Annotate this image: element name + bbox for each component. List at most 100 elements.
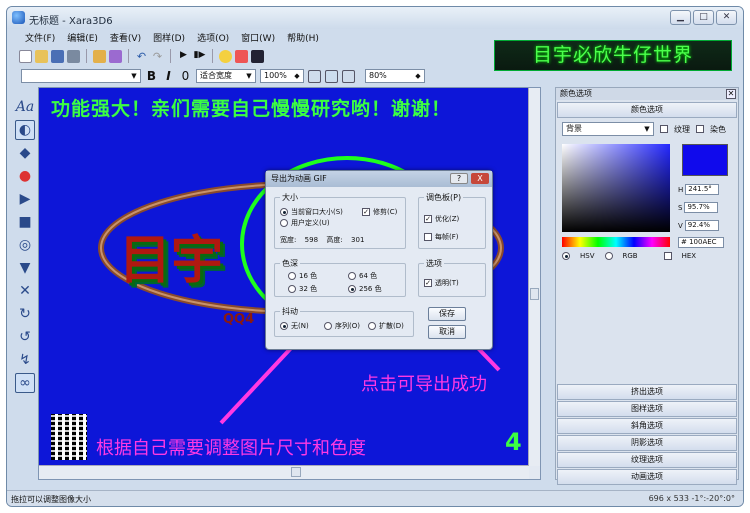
color-pick-icon[interactable] [235, 49, 248, 63]
menu-options[interactable]: 选项(O) [197, 31, 229, 44]
extrude-tool-icon[interactable]: ◆ [15, 143, 35, 163]
3d-logo-text: 目宇 [119, 231, 224, 291]
shape-tool-icon[interactable]: ■ [15, 212, 35, 232]
main-toolbar: ↶ ↷ ▶ ▮▶ [19, 47, 264, 65]
shadow-options-tab[interactable]: 阴影选项 [557, 435, 737, 451]
canvas-headline: 功能强大！亲们需要自己慢慢研究哟！谢谢！ [51, 98, 452, 120]
font-select[interactable]: ▼ [21, 69, 141, 83]
rotate-tool-icon[interactable]: ◎ [15, 235, 35, 255]
adjust-note: 根据自己需要调整图片尺寸和色度 [96, 438, 366, 459]
italic-button[interactable]: I [162, 69, 175, 83]
texture-options-tab[interactable]: 纹理选项 [557, 452, 737, 468]
close-window-button[interactable]: ✕ [716, 10, 737, 25]
animation-x-icon[interactable]: ✕ [15, 281, 35, 301]
horizontal-scrollbar[interactable] [39, 465, 529, 479]
promo-banner: 目宇必欣牛仔世界 [494, 40, 732, 71]
undo-icon[interactable]: ↶ [135, 50, 148, 63]
open-folder-icon[interactable] [35, 49, 48, 63]
minimize-button[interactable]: ▁ [670, 10, 691, 25]
menu-edit[interactable]: 编辑(E) [67, 31, 98, 44]
panel-close-button[interactable]: ✕ [726, 89, 736, 99]
redo-icon[interactable]: ↷ [151, 50, 164, 63]
color-picker-square[interactable] [562, 144, 670, 232]
shadow-tool-icon[interactable]: ▼ [15, 258, 35, 278]
menu-file[interactable]: 文件(F) [25, 31, 55, 44]
animation-options-tab[interactable]: 动画选项 [557, 469, 737, 485]
status-bar: 拖拉可以调整图像大小 696 x 533 -1°:-20°:0° [7, 490, 743, 506]
animation-pulse-icon[interactable]: ↯ [15, 350, 35, 370]
color-tool-icon[interactable]: ◐ [15, 120, 35, 140]
menu-view[interactable]: 查看(V) [110, 31, 141, 44]
crop-checkbox[interactable]: ✓ 修剪(C) [362, 207, 397, 217]
optimize-checkbox[interactable]: ✓ 优化(Z) [424, 214, 459, 224]
line-spacing-select[interactable]: 80% ◆ [365, 69, 425, 83]
animation-spin-icon[interactable]: ↻ [15, 304, 35, 324]
maximize-button[interactable]: □ [693, 10, 714, 25]
dialog-close-button[interactable]: X [471, 173, 489, 184]
height-input[interactable]: 301 [346, 236, 370, 244]
saturation-field[interactable]: S 95.7% [678, 202, 719, 213]
design-canvas[interactable]: 功能强大！亲们需要自己慢慢研究哟！谢谢！ 目宇 QQ4 点击可导出成功 根据自己… [39, 88, 529, 466]
menu-design[interactable]: 图样(D) [153, 31, 185, 44]
animation-wave-icon[interactable]: ∞ [15, 373, 35, 393]
dither-diffuse-radio[interactable]: 扩散(D) [368, 321, 404, 331]
dither-order-radio[interactable]: 序列(O) [324, 321, 360, 331]
dye-checkbox[interactable]: 染色 [710, 124, 726, 135]
light-icon[interactable] [219, 49, 232, 63]
vertical-scrollbar[interactable] [528, 88, 540, 466]
hue-field[interactable]: H 241.5° [678, 184, 720, 195]
hue-slider[interactable] [562, 237, 670, 247]
mode-hsv[interactable]: HSV [580, 252, 595, 260]
display-icon[interactable] [251, 49, 264, 63]
bevel-options-tab[interactable]: 斜角选项 [557, 418, 737, 434]
size-fields: 宽度: 598 高度: 301 [280, 235, 370, 245]
dither-none-radio[interactable]: 无(N) [280, 321, 309, 331]
bold-button[interactable]: B [145, 69, 158, 83]
mode-hex[interactable]: HEX [682, 252, 696, 260]
depth-32-radio[interactable]: 32 色 [288, 284, 317, 294]
texture-checkbox[interactable]: 纹理 [674, 124, 690, 135]
save-button[interactable]: 保存 [428, 307, 466, 321]
depth-64-radio[interactable]: 64 色 [348, 271, 377, 281]
menu-window[interactable]: 窗口(W) [241, 31, 275, 44]
app-window: 无标题 - Xara3D6 ▁ □ ✕ 文件(F) 编辑(E) 查看(V) 图样… [6, 6, 744, 507]
transparent-checkbox[interactable]: ✓ 透明(T) [424, 278, 459, 288]
save-icon[interactable] [51, 49, 64, 63]
fit-width-select[interactable]: 适合宽度 ▼ [196, 69, 256, 83]
zoom-select[interactable]: 100% ◆ [260, 69, 304, 83]
new-file-icon[interactable] [19, 49, 32, 63]
mode-rgb[interactable]: RGB [623, 252, 638, 260]
size-current-radio[interactable]: 当前窗口大小(S) [280, 207, 343, 217]
target-select[interactable]: 背景 ▼ [562, 122, 654, 136]
cancel-button[interactable]: 取消 [428, 325, 466, 339]
value-field[interactable]: V 92.4% [678, 220, 719, 231]
template-icon[interactable] [109, 49, 122, 63]
align-center-icon[interactable] [325, 69, 338, 83]
play-icon[interactable]: ▶ [177, 50, 190, 63]
outline-button[interactable]: 0 [179, 69, 192, 83]
bevel-tool-icon[interactable]: ● [15, 166, 35, 186]
width-input[interactable]: 598 [299, 236, 323, 244]
per-frame-checkbox[interactable]: 每帧(F) [424, 232, 459, 242]
size-custom-radio[interactable]: 用户定义(U) [280, 218, 330, 228]
extrude-options-tab[interactable]: 挤出选项 [557, 384, 737, 400]
direction-tool-icon[interactable]: ▶ [15, 189, 35, 209]
depth-256-radio[interactable]: 256 色 [348, 284, 382, 294]
import-icon[interactable] [93, 49, 106, 63]
frame-icon[interactable]: ▮▶ [193, 50, 206, 63]
window-title: 无标题 - Xara3D6 [29, 16, 113, 27]
hex-field[interactable]: # 100AEC [678, 237, 724, 248]
color-options-tab[interactable]: 颜色选项 [557, 102, 737, 118]
depth-16-radio[interactable]: 16 色 [288, 271, 317, 281]
xara-app-icon [12, 11, 25, 24]
help-button[interactable]: ? [450, 173, 468, 184]
menu-help[interactable]: 帮助(H) [287, 31, 319, 44]
panel-title: 颜色选项 ✕ [556, 88, 738, 100]
align-right-icon[interactable] [342, 69, 355, 83]
status-dimensions: 696 x 533 -1°:-20°:0° [648, 494, 735, 503]
design-options-tab[interactable]: 图样选项 [557, 401, 737, 417]
animation-swing-icon[interactable]: ↺ [15, 327, 35, 347]
align-left-icon[interactable] [308, 69, 321, 83]
export-icon[interactable] [67, 49, 80, 63]
text-tool-label[interactable]: Aa [15, 97, 35, 117]
